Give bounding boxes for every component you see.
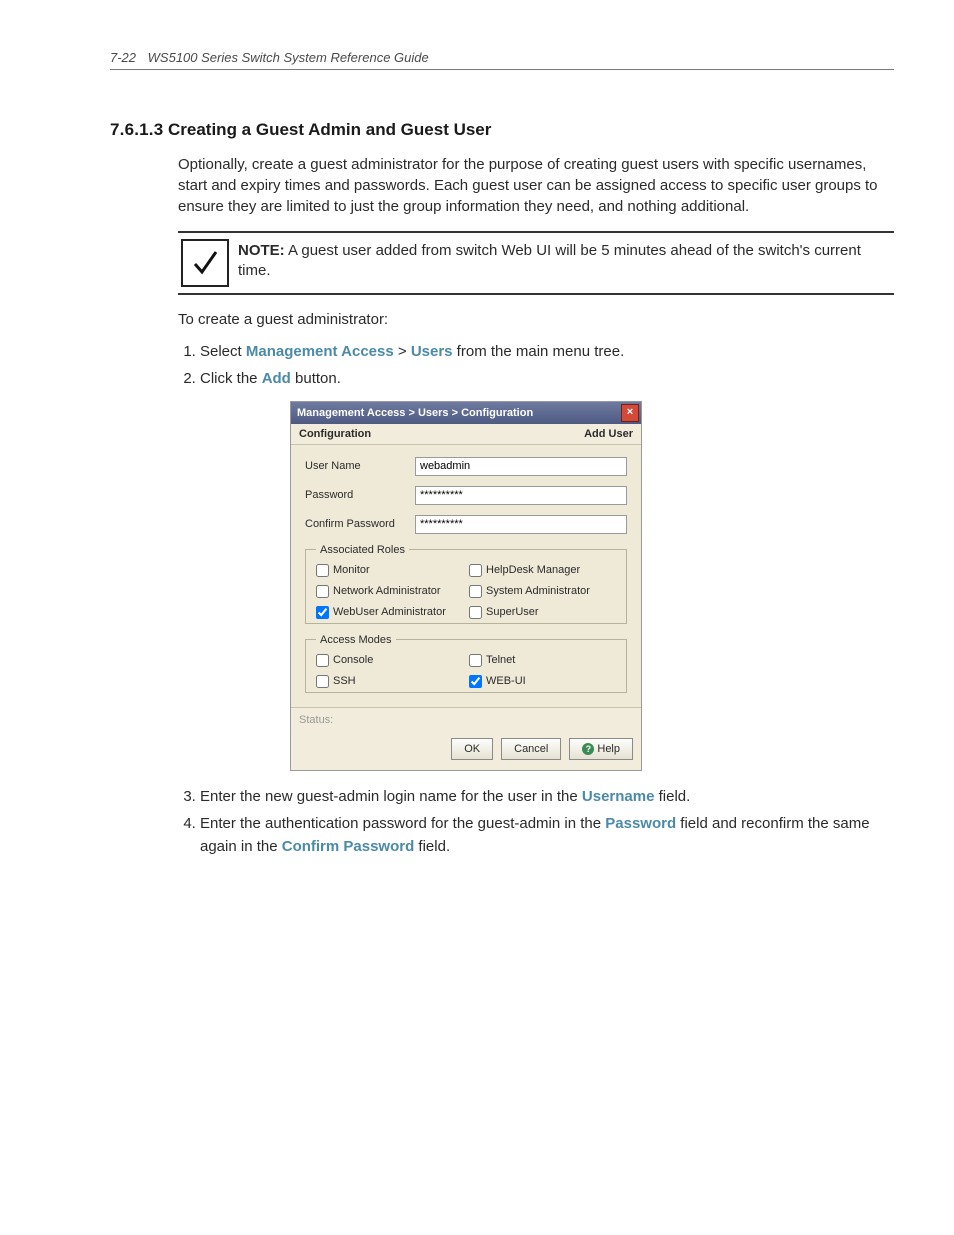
help-button[interactable]: ?Help bbox=[569, 738, 633, 760]
checkbox-webuser[interactable] bbox=[316, 606, 329, 619]
section-intro: Optionally, create a guest administrator… bbox=[178, 154, 894, 217]
checkbox-console[interactable] bbox=[316, 654, 329, 667]
kw-username: Username bbox=[582, 788, 655, 805]
label-username: User Name bbox=[305, 460, 415, 472]
role-superuser[interactable]: SuperUser bbox=[469, 606, 616, 619]
checkbox-superuser[interactable] bbox=[469, 606, 482, 619]
checkbox-webui[interactable] bbox=[469, 675, 482, 688]
button-row: OK Cancel ?Help bbox=[291, 732, 641, 770]
kw-add: Add bbox=[262, 370, 291, 387]
note-body: A guest user added from switch Web UI wi… bbox=[238, 242, 861, 279]
note-icon-cell bbox=[178, 239, 232, 287]
note-text: NOTE: A guest user added from switch Web… bbox=[232, 239, 894, 287]
step-1: Select Management Access > Users from th… bbox=[200, 340, 894, 363]
dialog-breadcrumb: Management Access > Users > Configuratio… bbox=[297, 407, 533, 419]
checkmark-icon bbox=[181, 239, 229, 287]
step-4: Enter the authentication password for th… bbox=[200, 812, 894, 859]
confirm-password-field[interactable] bbox=[415, 515, 627, 534]
checkbox-telnet[interactable] bbox=[469, 654, 482, 667]
checkbox-helpdesk[interactable] bbox=[469, 564, 482, 577]
row-username: User Name bbox=[305, 457, 627, 476]
doc-title: WS5100 Series Switch System Reference Gu… bbox=[148, 50, 429, 65]
section-heading: 7.6.1.3 Creating a Guest Admin and Guest… bbox=[110, 120, 894, 140]
username-field[interactable] bbox=[415, 457, 627, 476]
page-number: 7-22 bbox=[110, 50, 136, 65]
dialog-body: User Name Password Confirm Password Asso… bbox=[291, 445, 641, 707]
checkbox-netadmin[interactable] bbox=[316, 585, 329, 598]
status-label: Status: bbox=[299, 714, 333, 726]
close-icon[interactable]: × bbox=[621, 404, 639, 422]
roles-legend: Associated Roles bbox=[316, 544, 409, 556]
section-number: 7.6.1.3 bbox=[110, 120, 168, 140]
help-icon: ? bbox=[582, 743, 594, 755]
sub-right: Add User bbox=[584, 428, 633, 440]
password-field[interactable] bbox=[415, 486, 627, 505]
access-telnet[interactable]: Telnet bbox=[469, 654, 616, 667]
kw-management-access: Management Access bbox=[246, 343, 394, 360]
checkbox-sysadmin[interactable] bbox=[469, 585, 482, 598]
dialog-subheader: Configuration Add User bbox=[291, 424, 641, 445]
row-confirm: Confirm Password bbox=[305, 515, 627, 534]
access-ssh[interactable]: SSH bbox=[316, 675, 463, 688]
add-user-dialog: Management Access > Users > Configuratio… bbox=[290, 401, 642, 771]
running-header: 7-22 WS5100 Series Switch System Referen… bbox=[110, 50, 894, 65]
step-2: Click the Add button. bbox=[200, 367, 894, 390]
lead-in: To create a guest administrator: bbox=[178, 309, 894, 330]
sub-left: Configuration bbox=[299, 428, 371, 440]
role-helpdesk[interactable]: HelpDesk Manager bbox=[469, 564, 616, 577]
checkbox-monitor[interactable] bbox=[316, 564, 329, 577]
role-monitor[interactable]: Monitor bbox=[316, 564, 463, 577]
kw-users: Users bbox=[411, 343, 453, 360]
role-netadmin[interactable]: Network Administrator bbox=[316, 585, 463, 598]
steps-list-cont: Enter the new guest-admin login name for… bbox=[178, 785, 894, 859]
section-title: Creating a Guest Admin and Guest User bbox=[168, 120, 491, 140]
access-console[interactable]: Console bbox=[316, 654, 463, 667]
access-fieldset: Access Modes Console Telnet SSH WEB-UI bbox=[305, 634, 627, 693]
access-webui[interactable]: WEB-UI bbox=[469, 675, 616, 688]
role-sysadmin[interactable]: System Administrator bbox=[469, 585, 616, 598]
access-legend: Access Modes bbox=[316, 634, 396, 646]
role-webuser[interactable]: WebUser Administrator bbox=[316, 606, 463, 619]
note-label: NOTE: bbox=[238, 242, 285, 259]
page: 7-22 WS5100 Series Switch System Referen… bbox=[0, 0, 954, 922]
dialog-titlebar[interactable]: Management Access > Users > Configuratio… bbox=[291, 402, 641, 424]
label-password: Password bbox=[305, 489, 415, 501]
label-confirm: Confirm Password bbox=[305, 518, 415, 530]
row-password: Password bbox=[305, 486, 627, 505]
status-row: Status: bbox=[291, 707, 641, 732]
ok-button[interactable]: OK bbox=[451, 738, 493, 760]
header-rule bbox=[110, 69, 894, 70]
roles-fieldset: Associated Roles Monitor HelpDesk Manage… bbox=[305, 544, 627, 624]
steps-list: Select Management Access > Users from th… bbox=[178, 340, 894, 391]
checkbox-ssh[interactable] bbox=[316, 675, 329, 688]
step-3: Enter the new guest-admin login name for… bbox=[200, 785, 894, 808]
kw-confirm-password: Confirm Password bbox=[282, 838, 415, 855]
cancel-button[interactable]: Cancel bbox=[501, 738, 561, 760]
note-box: NOTE: A guest user added from switch Web… bbox=[178, 231, 894, 295]
kw-password: Password bbox=[605, 815, 676, 832]
